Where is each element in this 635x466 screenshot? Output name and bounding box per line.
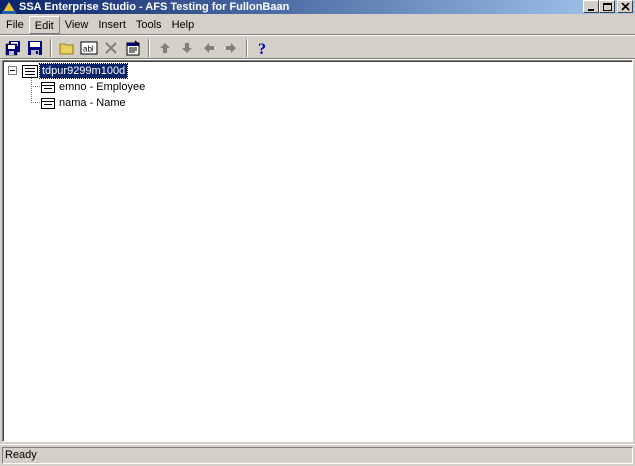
- move-left-button[interactable]: [198, 37, 220, 59]
- save-all-icon: [5, 40, 20, 55]
- menu-insert[interactable]: Insert: [93, 16, 131, 34]
- tree-connector: [31, 102, 40, 103]
- tree-node-label: emno - Employee: [59, 81, 146, 93]
- toolbar-separator: [50, 38, 52, 57]
- open-folder-icon: [59, 43, 74, 54]
- window-title: SSA Enterprise Studio - AFS Testing for …: [19, 1, 290, 13]
- menu-view[interactable]: View: [60, 16, 94, 34]
- properties-button[interactable]: [122, 37, 144, 59]
- move-up-button[interactable]: [154, 37, 176, 59]
- tree-root-node[interactable]: tdpur9299m100d: [22, 63, 129, 79]
- status-bar: Ready: [0, 444, 635, 466]
- tree-view[interactable]: tdpur9299m100d emno - Employee nama - Na…: [2, 60, 633, 442]
- svg-text:abl: abl: [83, 44, 94, 53]
- minimize-icon: [588, 8, 594, 11]
- open-folder-button[interactable]: [56, 37, 78, 59]
- toolbar-separator: [148, 38, 150, 57]
- table-icon: [22, 64, 38, 78]
- close-icon: [620, 2, 630, 11]
- field-icon: [41, 97, 55, 109]
- arrow-up-icon: [160, 42, 170, 53]
- maximize-button[interactable]: [599, 0, 615, 13]
- arrow-right-icon: [226, 42, 236, 53]
- save-button[interactable]: [24, 37, 46, 59]
- close-button[interactable]: [617, 0, 633, 13]
- toolbar-separator: [246, 38, 248, 57]
- help-button[interactable]: ?: [252, 37, 274, 59]
- tree-node[interactable]: nama - Name: [41, 96, 128, 110]
- delete-button[interactable]: [100, 37, 122, 59]
- arrow-left-icon: [204, 42, 214, 53]
- app-icon[interactable]: [2, 1, 16, 14]
- tree-connector: [31, 86, 40, 87]
- arrow-down-icon: [182, 42, 192, 53]
- status-text: Ready: [2, 447, 633, 464]
- properties-icon: [126, 39, 140, 55]
- field-icon: [41, 81, 55, 93]
- help-icon: ?: [258, 41, 266, 56]
- menu-bar: File Edit View Insert Tools Help: [0, 15, 635, 34]
- collapse-toggle[interactable]: [8, 66, 17, 75]
- tree-root-label: tdpur9299m100d: [38, 63, 129, 79]
- move-right-button[interactable]: [220, 37, 242, 59]
- menu-file[interactable]: File: [1, 16, 29, 34]
- save-all-button[interactable]: [2, 37, 24, 59]
- save-icon: [28, 40, 42, 55]
- delete-icon: [105, 41, 117, 54]
- svg-text:?: ?: [258, 41, 266, 56]
- toolbar: abl ?: [0, 36, 635, 59]
- minimize-button[interactable]: [583, 0, 599, 13]
- menu-tools[interactable]: Tools: [131, 16, 167, 34]
- menu-help[interactable]: Help: [167, 16, 200, 34]
- text-field-button[interactable]: abl: [78, 37, 100, 59]
- tree-node-label: nama - Name: [59, 97, 126, 109]
- tree-connector: [31, 78, 32, 103]
- tree-node[interactable]: emno - Employee: [41, 80, 147, 94]
- title-bar: SSA Enterprise Studio - AFS Testing for …: [0, 0, 635, 14]
- maximize-icon: [602, 2, 612, 11]
- text-field-icon: abl: [80, 41, 98, 54]
- move-down-button[interactable]: [176, 37, 198, 59]
- menu-edit[interactable]: Edit: [28, 15, 60, 34]
